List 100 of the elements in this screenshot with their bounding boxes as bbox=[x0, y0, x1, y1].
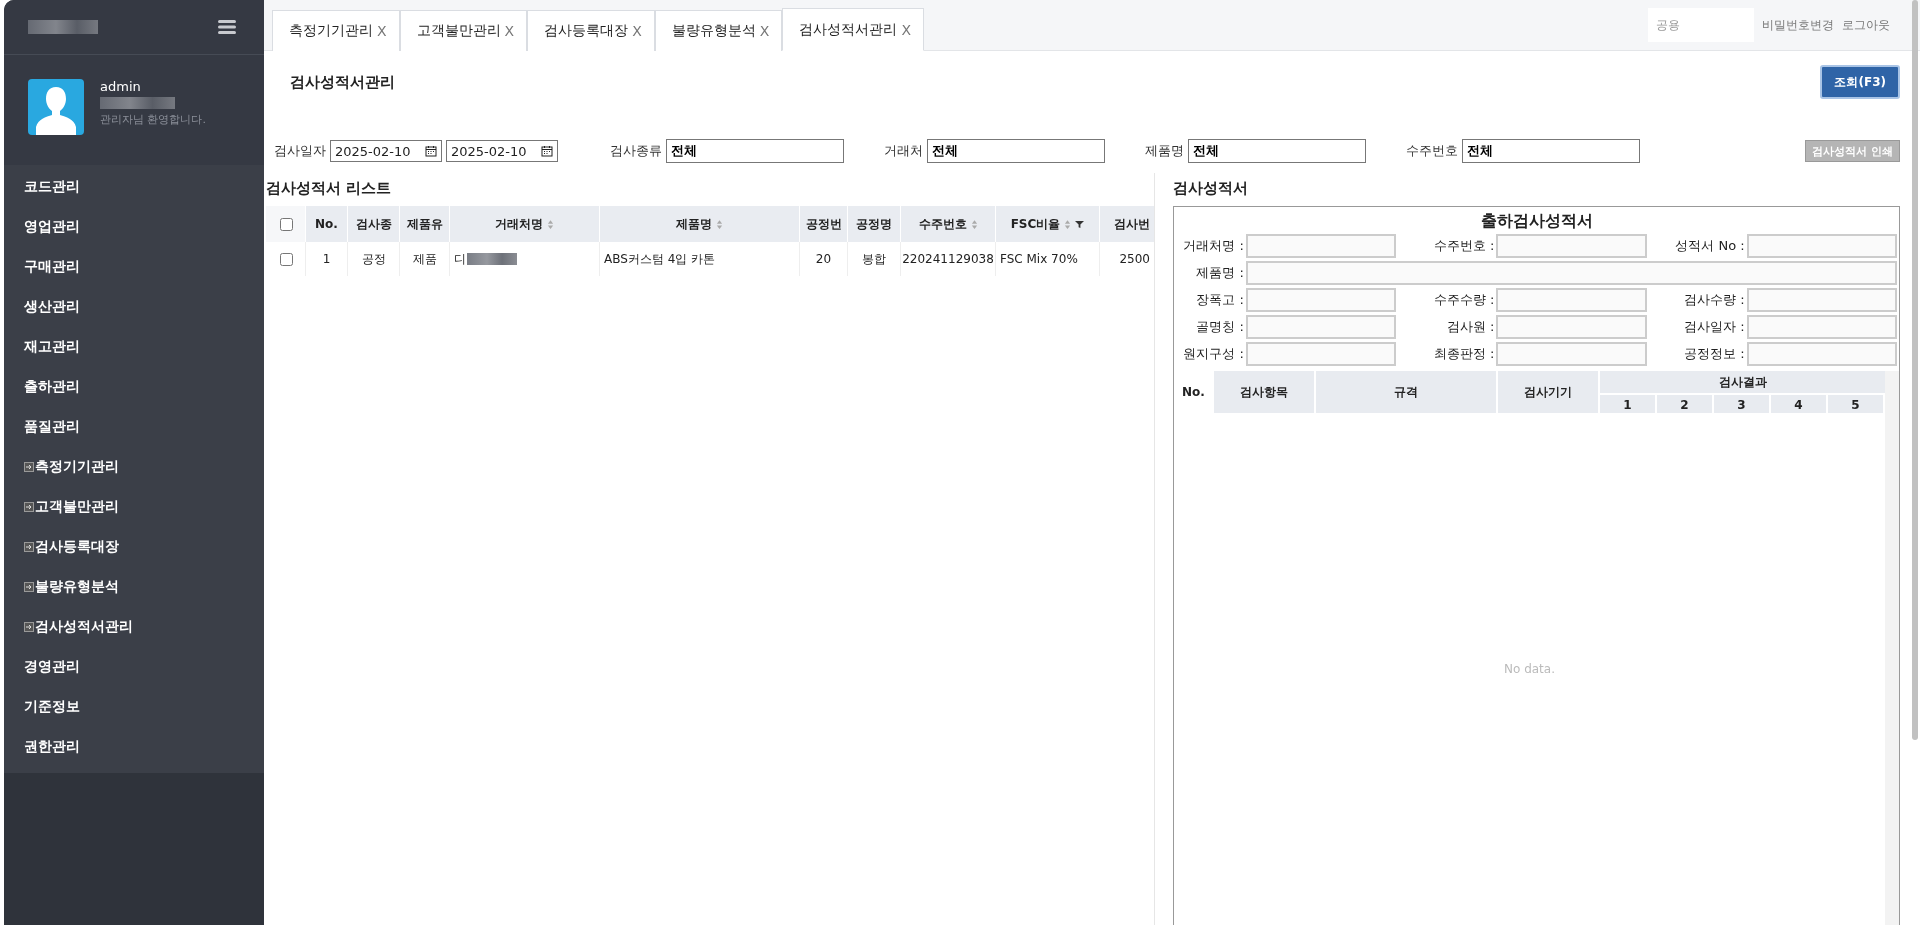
column-header[interactable]: No. bbox=[306, 206, 348, 242]
column-header: 규격 bbox=[1316, 371, 1498, 413]
column-header[interactable]: 검사번 bbox=[1100, 206, 1154, 242]
tab[interactable]: 불량유형분석 X bbox=[654, 10, 783, 51]
filter-field[interactable]: 전체 bbox=[1462, 139, 1640, 163]
filter-label: 검사일자 bbox=[274, 142, 326, 160]
filter-label: 검사종류 bbox=[610, 142, 662, 160]
column-header[interactable]: 검사종 bbox=[348, 206, 400, 242]
menu-item[interactable]: 기준정보 bbox=[4, 687, 264, 727]
table-cell: ABS커스텀 4입 카톤 bbox=[604, 250, 716, 268]
blurred-logo bbox=[28, 20, 98, 34]
menu-item[interactable]: 고객불만관리 bbox=[35, 498, 119, 516]
menu-item[interactable]: 경영관리 bbox=[4, 647, 264, 687]
field-label: 검사원 : bbox=[1445, 318, 1495, 336]
menu-icon[interactable] bbox=[218, 19, 236, 35]
field-label: 장폭고 : bbox=[1195, 291, 1244, 309]
input-field[interactable] bbox=[1246, 315, 1397, 339]
user-name: admin bbox=[100, 79, 142, 94]
column-header[interactable]: 제품유 bbox=[400, 206, 450, 242]
menu-item[interactable]: 측정기기관리 bbox=[35, 458, 119, 476]
greeting-text: 관리자님 환영합니다. bbox=[100, 112, 206, 127]
column-header: 2 bbox=[1657, 395, 1714, 413]
search-button[interactable]: 조회(F3) bbox=[1820, 65, 1900, 99]
sort-icon[interactable] bbox=[970, 218, 978, 230]
input-field[interactable] bbox=[1496, 315, 1647, 339]
column-header[interactable]: 제품명 bbox=[600, 206, 800, 242]
field-label: 검사일자 : bbox=[1683, 318, 1745, 336]
column-header[interactable]: 거래처명 bbox=[450, 206, 600, 242]
column-header: 3 bbox=[1714, 395, 1771, 413]
date-field[interactable]: 2025-02-10 bbox=[330, 140, 442, 162]
field-label: 검사수량 : bbox=[1683, 291, 1745, 309]
menu-item[interactable]: 생산관리 bbox=[4, 287, 264, 327]
table-cell: 1 bbox=[322, 252, 331, 266]
filter-label: 거래처 bbox=[884, 142, 923, 160]
scrollbar[interactable] bbox=[1912, 0, 1918, 740]
field-label: 원지구성 : bbox=[1182, 345, 1244, 363]
input-field[interactable] bbox=[1496, 234, 1647, 258]
report-heading: 출하검사성적서 bbox=[1479, 210, 1594, 232]
section-title: 검사성적서 리스트 bbox=[266, 179, 393, 198]
field-label: 성적서 No : bbox=[1674, 237, 1745, 255]
date-field[interactable]: 2025-02-10 bbox=[446, 140, 558, 162]
sort-icon[interactable] bbox=[547, 218, 554, 230]
input-field[interactable] bbox=[1746, 288, 1897, 312]
field-label: 수주수량 : bbox=[1432, 291, 1495, 309]
section-title: 검사성적서 bbox=[1173, 179, 1249, 198]
tab[interactable]: 검사성적서관리 X bbox=[782, 8, 924, 51]
menu-item[interactable]: 구매관리 bbox=[4, 247, 264, 287]
tab[interactable]: 측정기기관리 X bbox=[272, 10, 400, 51]
input-field[interactable] bbox=[1496, 288, 1647, 312]
menu-item[interactable]: 출하관리 bbox=[4, 367, 264, 407]
menu-item[interactable]: 재고관리 bbox=[4, 327, 264, 367]
menu-item[interactable]: 검사등록대장 bbox=[35, 538, 119, 556]
input-field[interactable] bbox=[1246, 234, 1397, 258]
table-cell: 봉합 bbox=[862, 250, 886, 268]
field-label: 제품명 : bbox=[1195, 264, 1244, 282]
field-label: 공정정보 : bbox=[1683, 345, 1745, 363]
share-field[interactable]: 공용 bbox=[1648, 8, 1754, 42]
column-header[interactable]: 공정명 bbox=[848, 206, 901, 242]
input-field[interactable] bbox=[1746, 315, 1897, 339]
row-checkbox[interactable] bbox=[279, 252, 293, 266]
table-cell: 공정 bbox=[361, 250, 386, 268]
filter-label: 제품명 bbox=[1145, 142, 1184, 160]
filter-icon[interactable] bbox=[1075, 219, 1085, 229]
menu-item[interactable]: 검사성적서관리 bbox=[35, 618, 133, 636]
table-cell: 20 bbox=[815, 252, 832, 266]
header-link[interactable]: 로그아웃 bbox=[1842, 16, 1890, 34]
select-all-checkbox[interactable] bbox=[279, 217, 293, 231]
header-link[interactable]: 비밀번호변경 bbox=[1762, 16, 1834, 34]
enter-icon bbox=[24, 542, 34, 552]
filter-field[interactable]: 전체 bbox=[927, 139, 1105, 163]
menu-item[interactable]: 불량유형분석 bbox=[35, 578, 119, 596]
enter-icon bbox=[24, 462, 34, 472]
menu-item[interactable]: 영업관리 bbox=[4, 207, 264, 247]
column-header[interactable]: 공정번 bbox=[800, 206, 848, 242]
enter-icon bbox=[24, 502, 34, 512]
column-header: 1 bbox=[1600, 395, 1657, 413]
menu-item[interactable]: 코드관리 bbox=[4, 167, 264, 207]
sort-icon[interactable] bbox=[716, 218, 723, 230]
field-label: 골명칭 : bbox=[1195, 318, 1244, 336]
input-field[interactable] bbox=[1746, 234, 1897, 258]
tab[interactable]: 고객불만관리 X bbox=[399, 10, 528, 51]
column-header: 검사결과 bbox=[1600, 371, 1885, 395]
input-field[interactable] bbox=[1246, 288, 1397, 312]
filter-field[interactable]: 전체 bbox=[1188, 139, 1366, 163]
input-field[interactable] bbox=[1746, 342, 1897, 366]
tab[interactable]: 검사등록대장 X bbox=[527, 10, 655, 51]
input-field[interactable] bbox=[1246, 342, 1397, 366]
table-cell: 제품 bbox=[412, 250, 437, 268]
menu-item[interactable]: 품질관리 bbox=[4, 407, 264, 447]
table-cell: 220241129038 bbox=[902, 252, 994, 266]
menu-item[interactable]: 권한관리 bbox=[4, 727, 264, 767]
column-header[interactable]: 수주번호 bbox=[901, 206, 996, 242]
enter-icon bbox=[24, 582, 34, 592]
column-header: 검사기기 bbox=[1498, 371, 1600, 413]
field-label: 거래처명 : bbox=[1182, 237, 1244, 255]
input-field[interactable] bbox=[1496, 342, 1647, 366]
column-header: 5 bbox=[1828, 395, 1885, 413]
input-field[interactable] bbox=[1246, 261, 1897, 285]
column-header[interactable]: FSC비율 bbox=[996, 206, 1100, 242]
filter-field[interactable]: 전체 bbox=[666, 139, 844, 163]
